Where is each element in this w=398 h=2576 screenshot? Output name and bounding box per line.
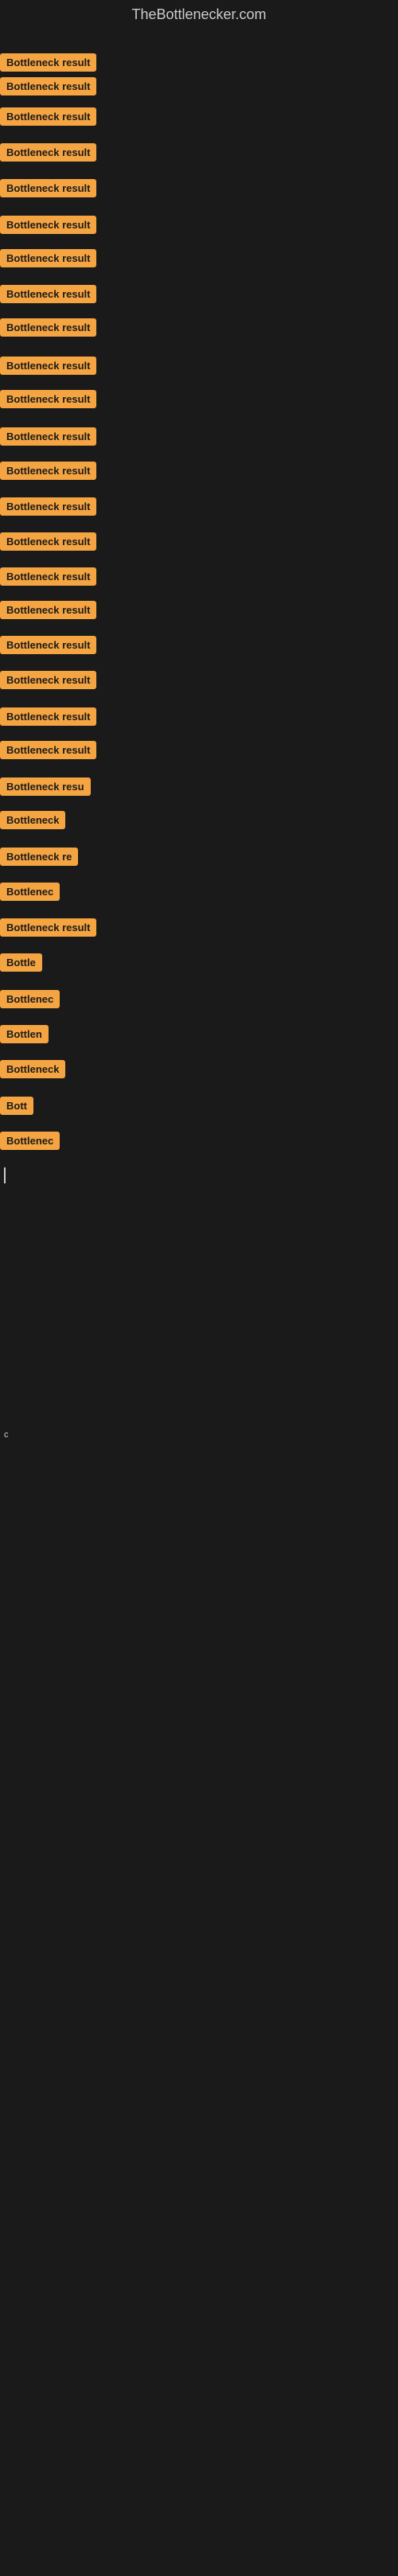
bottleneck-badge: Bottleneck result [0,427,96,446]
bottleneck-badge: Bottleneck re [0,848,78,866]
bottleneck-item: Bottleneck resu [0,777,91,800]
bottleneck-badge: Bottleneck result [0,143,96,162]
bottleneck-badge: Bottleneck result [0,462,96,480]
bottleneck-badge: Bottleneck result [0,318,96,337]
bottleneck-badge: Bottleneck [0,1060,65,1078]
bottleneck-item: Bottleneck result [0,601,96,623]
bottleneck-item: Bott [0,1097,33,1119]
bottleneck-item: Bottleneck result [0,497,96,520]
bottleneck-badge: Bottleneck result [0,532,96,551]
bottleneck-badge: Bott [0,1097,33,1115]
bottleneck-item: Bottleneck [0,811,65,833]
bottleneck-item: Bottleneck result [0,285,96,307]
bottleneck-badge: Bottleneck result [0,390,96,408]
bottleneck-badge: Bottlenec [0,1132,60,1150]
bottleneck-badge: Bottleneck result [0,216,96,234]
bottleneck-badge: Bottleneck result [0,357,96,375]
bottleneck-item: Bottleneck [0,1060,65,1082]
bottleneck-item: Bottleneck result [0,77,96,99]
text-cursor [4,1167,6,1183]
bottleneck-badge: Bottleneck result [0,285,96,303]
bottleneck-badge: Bottleneck result [0,707,96,726]
small-text-label: c [4,1430,9,1440]
bottleneck-badge: Bottleneck result [0,497,96,516]
bottleneck-badge: Bottleneck result [0,636,96,654]
bottleneck-item: Bottleneck re [0,848,78,870]
bottleneck-item: Bottleneck result [0,741,96,763]
bottleneck-badge: Bottleneck result [0,179,96,197]
bottleneck-item: Bottleneck result [0,567,96,590]
page-wrapper: TheBottlenecker.com Bottleneck result Bot… [0,0,398,2576]
bottleneck-item: Bottleneck result [0,390,96,412]
bottleneck-item: Bottleneck result [0,318,96,341]
bottleneck-item: Bottleneck result [0,53,96,76]
bottleneck-item: Bottlenec [0,883,60,905]
bottleneck-item: Bottleneck result [0,462,96,484]
bottleneck-item: Bottleneck result [0,357,96,379]
bottleneck-badge: Bottleneck result [0,601,96,619]
bottleneck-item: Bottleneck result [0,249,96,271]
bottleneck-badge: Bottleneck result [0,918,96,937]
bottleneck-badge: Bottleneck resu [0,777,91,796]
bottleneck-badge: Bottlen [0,1025,49,1043]
bottleneck-badge: Bottleneck result [0,53,96,72]
bottleneck-item: Bottlenec [0,1132,60,1154]
bottleneck-item: Bottleneck result [0,636,96,658]
bottleneck-badge: Bottlenec [0,990,60,1008]
bottleneck-item: Bottleneck result [0,707,96,730]
bottleneck-item: Bottleneck result [0,427,96,450]
bottleneck-item: Bottle [0,953,42,976]
bottleneck-item: Bottleneck result [0,107,96,130]
bottleneck-item: Bottleneck result [0,532,96,555]
bottleneck-item: Bottleneck result [0,143,96,166]
bottleneck-badge: Bottlenec [0,883,60,901]
bottleneck-badge: Bottleneck result [0,567,96,586]
bottleneck-item: Bottleneck result [0,179,96,201]
bottleneck-badge: Bottle [0,953,42,972]
bottleneck-item: Bottleneck result [0,216,96,238]
bottleneck-item: Bottleneck result [0,918,96,941]
bottleneck-item: Bottlen [0,1025,49,1047]
bottleneck-badge: Bottleneck result [0,741,96,759]
bottleneck-item: Bottlenec [0,990,60,1012]
bottleneck-badge: Bottleneck result [0,671,96,689]
bottleneck-badge: Bottleneck result [0,77,96,95]
bottleneck-badge: Bottleneck [0,811,65,829]
bottleneck-badge: Bottleneck result [0,249,96,267]
site-title: TheBottlenecker.com [0,0,398,29]
bottleneck-item: Bottleneck result [0,671,96,693]
bottleneck-badge: Bottleneck result [0,107,96,126]
